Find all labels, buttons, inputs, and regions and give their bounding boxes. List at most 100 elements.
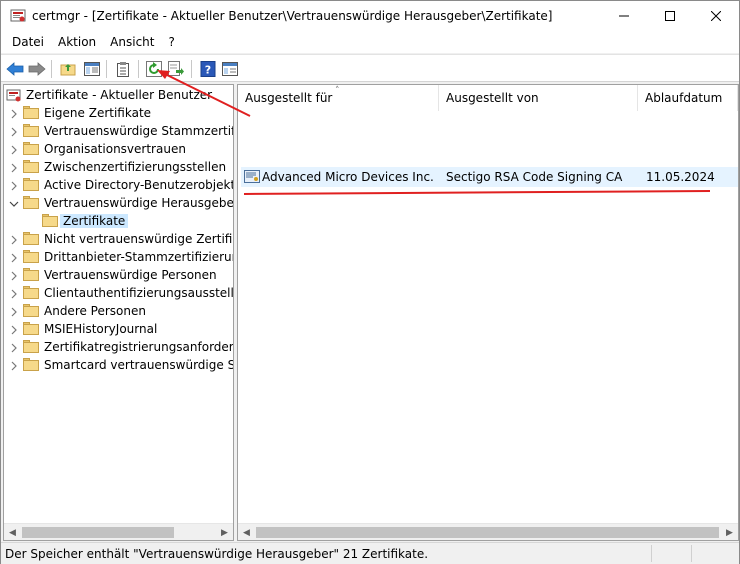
- clipboard-icon: [117, 62, 129, 77]
- tree-item-label: Vertrauenswürdige Stammzertifizier: [44, 124, 233, 138]
- tree-root[interactable]: Zertifikate - Aktueller Benutzer: [4, 87, 233, 105]
- menu-aktion[interactable]: Aktion: [51, 31, 103, 53]
- maximize-button[interactable]: [647, 1, 693, 31]
- forward-button[interactable]: [27, 59, 47, 79]
- chevron-right-icon[interactable]: [8, 143, 20, 157]
- column-issued-to[interactable]: ˄ Ausgestellt für: [238, 85, 439, 111]
- toolbar-separator: [51, 60, 52, 78]
- column-issued-by[interactable]: Ausgestellt von: [439, 85, 638, 111]
- folder-icon: [23, 106, 39, 120]
- tree-horizontal-scrollbar[interactable]: ◀ ▶: [4, 523, 233, 540]
- chevron-right-icon[interactable]: [8, 125, 20, 139]
- chevron-down-icon[interactable]: [8, 197, 20, 211]
- chevron-right-icon[interactable]: [8, 269, 20, 283]
- tree-item[interactable]: Andere Personen: [4, 303, 233, 321]
- properties-button[interactable]: [220, 59, 240, 79]
- folder-icon: [23, 304, 39, 318]
- tree-item[interactable]: Smartcard vertrauenswürdige Stäm: [4, 357, 233, 375]
- certmgr-window: certmgr - [Zertifikate - Aktueller Benut…: [0, 0, 740, 564]
- chevron-right-icon[interactable]: [8, 305, 20, 319]
- scroll-right-icon[interactable]: ▶: [721, 524, 738, 540]
- tree-item[interactable]: Drittanbieter-Stammzertifizierungss: [4, 249, 233, 267]
- tree-item-label: Zertifikate: [60, 214, 129, 228]
- chevron-right-icon[interactable]: [8, 359, 20, 373]
- tree-item-label: Zertifikatregistrierungsanforderung: [44, 340, 234, 354]
- scroll-left-icon[interactable]: ◀: [238, 524, 255, 540]
- chevron-right-icon[interactable]: [8, 233, 20, 247]
- scroll-right-icon[interactable]: ▶: [216, 524, 233, 540]
- tree-item[interactable]: Zertifikatregistrierungsanforderung: [4, 339, 233, 357]
- tree-item[interactable]: Vertrauenswürdige Stammzertifizier: [4, 123, 233, 141]
- chevron-right-icon[interactable]: [8, 179, 20, 193]
- scroll-left-icon[interactable]: ◀: [4, 524, 21, 540]
- folder-icon: [23, 286, 39, 300]
- export-list-button[interactable]: [166, 59, 186, 79]
- close-button[interactable]: [693, 1, 739, 31]
- minimize-button[interactable]: [601, 1, 647, 31]
- tree-item[interactable]: Zwischenzertifizierungsstellen: [4, 159, 233, 177]
- properties-icon: [222, 62, 238, 76]
- chevron-right-icon[interactable]: [8, 287, 20, 301]
- folder-icon: [23, 250, 39, 264]
- folder-icon: [23, 142, 39, 156]
- maximize-icon: [665, 11, 675, 21]
- status-bar: Der Speicher enthält "Vertrauenswürdige …: [1, 542, 739, 564]
- folder-icon: [23, 124, 39, 138]
- chevron-right-icon[interactable]: [8, 251, 20, 265]
- tree-item[interactable]: Organisationsvertrauen: [4, 141, 233, 159]
- tree-item-label: MSIEHistoryJournal: [44, 322, 158, 336]
- scroll-thumb[interactable]: [22, 527, 174, 538]
- refresh-button[interactable]: [144, 59, 164, 79]
- chevron-right-icon[interactable]: [8, 341, 20, 355]
- menu-ansicht[interactable]: Ansicht: [103, 31, 161, 53]
- clipboard-button[interactable]: [113, 59, 133, 79]
- folder-icon: [42, 214, 58, 228]
- chevron-right-icon[interactable]: [8, 323, 20, 337]
- folder-icon: [23, 196, 39, 210]
- tree-item-label: Zwischenzertifizierungsstellen: [44, 160, 227, 174]
- show-hide-tree-icon: [84, 62, 100, 76]
- up-folder-icon: [60, 64, 76, 76]
- menu-help[interactable]: ?: [161, 31, 181, 53]
- help-button[interactable]: ?: [198, 59, 218, 79]
- tree-root-label: Zertifikate - Aktueller Benutzer: [26, 88, 213, 102]
- tree-item[interactable]: Vertrauenswürdige Herausgeber: [4, 195, 233, 213]
- tree-item[interactable]: Vertrauenswürdige Personen: [4, 267, 233, 285]
- folder-icon: [23, 160, 39, 174]
- folder-icon: [23, 232, 39, 246]
- tree-item[interactable]: Zertifikate: [4, 213, 233, 231]
- column-issued-to-label: Ausgestellt für: [245, 91, 333, 105]
- tree-item[interactable]: Active Directory-Benutzerobjekt: [4, 177, 233, 195]
- title-bar: certmgr - [Zertifikate - Aktueller Benut…: [1, 1, 739, 31]
- status-panel: [651, 545, 691, 562]
- tree-item[interactable]: Nicht vertrauenswürdige Zertifikate: [4, 231, 233, 249]
- tree-item[interactable]: Clientauthentifizierungsaussteller: [4, 285, 233, 303]
- help-icon: ?: [200, 61, 216, 77]
- scroll-thumb[interactable]: [256, 527, 719, 538]
- menu-datei[interactable]: Datei: [5, 31, 51, 53]
- folder-icon: [23, 358, 39, 372]
- chevron-right-icon[interactable]: [8, 107, 20, 121]
- tree-item[interactable]: MSIEHistoryJournal: [4, 321, 233, 339]
- up-one-level-button[interactable]: [58, 59, 78, 79]
- certificate-list-pane[interactable]: ˄ Ausgestellt für Ausgestellt von Ablauf…: [237, 84, 739, 541]
- tree-item[interactable]: Eigene Zertifikate: [4, 105, 233, 123]
- folder-icon: [23, 178, 39, 192]
- folder-icon: [23, 340, 39, 354]
- chevron-right-icon[interactable]: [8, 161, 20, 175]
- sort-ascending-icon: ˄: [335, 86, 340, 96]
- certificate-manager-icon[interactable]: [10, 8, 26, 24]
- toolbar-separator: [138, 60, 139, 78]
- folder-icon: [23, 322, 39, 336]
- tree-item-label: Eigene Zertifikate: [44, 106, 152, 120]
- status-text: Der Speicher enthält "Vertrauenswürdige …: [5, 547, 429, 561]
- forward-arrow-icon: [28, 62, 46, 76]
- tree-pane[interactable]: Zertifikate - Aktueller Benutzer Eigene …: [3, 84, 234, 541]
- export-list-icon: [168, 61, 184, 76]
- list-item[interactable]: Advanced Micro Devices Inc. Sectigo RSA …: [241, 167, 738, 187]
- list-horizontal-scrollbar[interactable]: ◀ ▶: [238, 523, 738, 540]
- show-hide-tree-button[interactable]: [82, 59, 102, 79]
- back-button[interactable]: [5, 59, 25, 79]
- column-expiration[interactable]: Ablaufdatum: [638, 85, 738, 111]
- toolbar-separator: [106, 60, 107, 78]
